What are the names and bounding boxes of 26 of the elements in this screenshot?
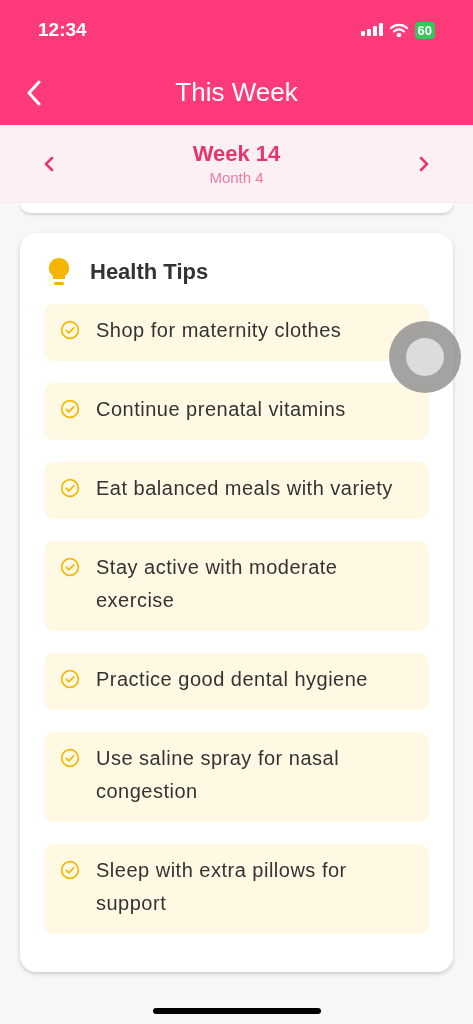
check-circle-icon [60,748,80,768]
tip-text: Practice good dental hygiene [96,667,368,692]
previous-icon[interactable] [44,155,54,172]
check-circle-icon [60,860,80,880]
status-time: 12:34 [38,17,87,42]
month-label: Month 4 [209,167,264,188]
tip-text: Sleep with extra pillows for support [96,858,348,916]
tip-text: Shop for maternity clothes [96,318,342,343]
back-icon[interactable] [26,79,42,106]
page-title: This Week [175,76,298,109]
check-circle-icon [60,320,80,340]
tip-text: Use saline spray for nasal congestion [96,746,341,804]
section-title: Health Tips [90,258,209,286]
week-label: Week 14 [192,139,281,168]
check-circle-icon [60,478,80,498]
battery-indicator: 60 [414,21,435,39]
lightbulb-icon [48,256,70,287]
tip-text: Eat balanced meals with variety [96,476,393,501]
tip-text: Stay active with moderate exercise [96,555,339,613]
check-circle-icon [60,557,80,577]
tip-text: Continue prenatal vitamins [96,397,346,422]
check-circle-icon [60,399,80,419]
check-circle-icon [60,669,80,689]
signal-icon [360,23,383,37]
next-icon[interactable] [419,155,429,172]
wifi-icon [388,23,409,37]
